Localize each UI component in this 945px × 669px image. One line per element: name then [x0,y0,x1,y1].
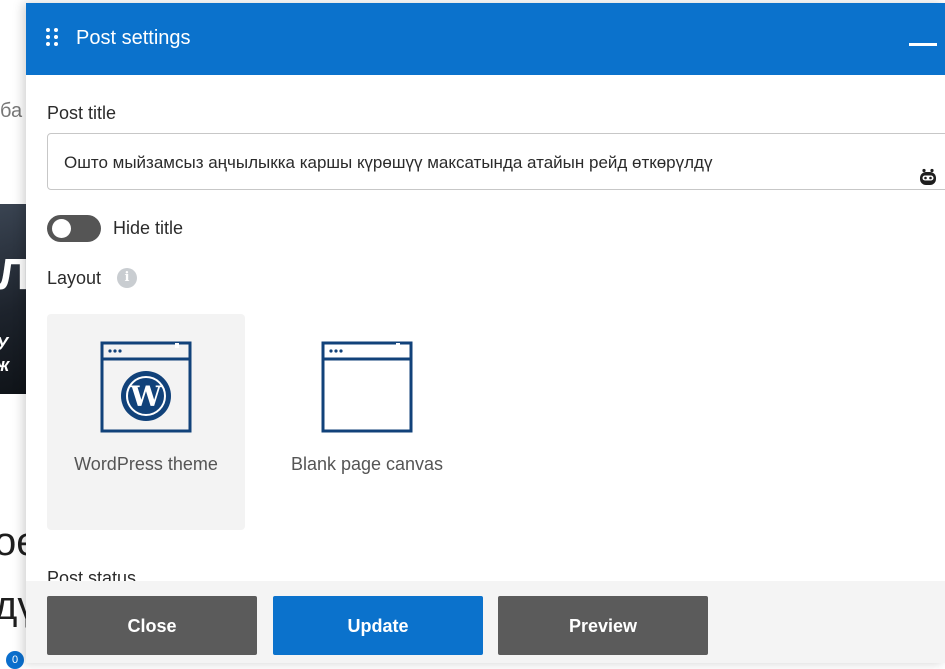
background-image-text: Л [0,250,26,299]
panel-header: Post settings [26,3,945,75]
close-button[interactable]: Close [47,596,257,655]
svg-text:W: W [129,380,162,413]
layout-label: Layout [47,268,102,288]
toggle-knob [52,219,71,238]
minimize-icon[interactable] [909,43,937,46]
blank-canvas-icon [321,341,413,433]
panel-footer: Close Update Preview [26,581,945,663]
hide-title-label: Hide title [113,218,184,238]
background-image-caption: У ж [0,334,26,376]
layout-option-blank-canvas[interactable]: Blank page canvas [268,314,466,530]
post-title-input[interactable]: Ошто мыйзамсыз аңчылыкка каршы күрөшүү м… [47,133,945,190]
post-settings-panel: Post settings Post title Ошто мыйзамсыз … [26,3,945,663]
drag-handle-icon[interactable] [46,28,60,48]
info-icon[interactable]: i [117,268,137,288]
preview-button[interactable]: Preview [498,596,708,655]
post-title-label: Post title [47,103,117,123]
panel-title: Post settings [76,27,191,49]
layout-option-label: Blank page canvas [290,454,444,474]
layout-option-wordpress-theme[interactable]: W WordPress theme [47,314,245,530]
layout-option-label: WordPress theme [74,454,218,474]
robot-icon[interactable] [919,168,937,186]
update-button[interactable]: Update [273,596,483,655]
background-text: ба [0,100,23,122]
comment-count-badge: 0 [6,651,24,669]
wordpress-theme-icon: W [100,341,192,433]
background-image: Л У ж [0,204,26,394]
hide-title-toggle[interactable] [47,215,101,242]
